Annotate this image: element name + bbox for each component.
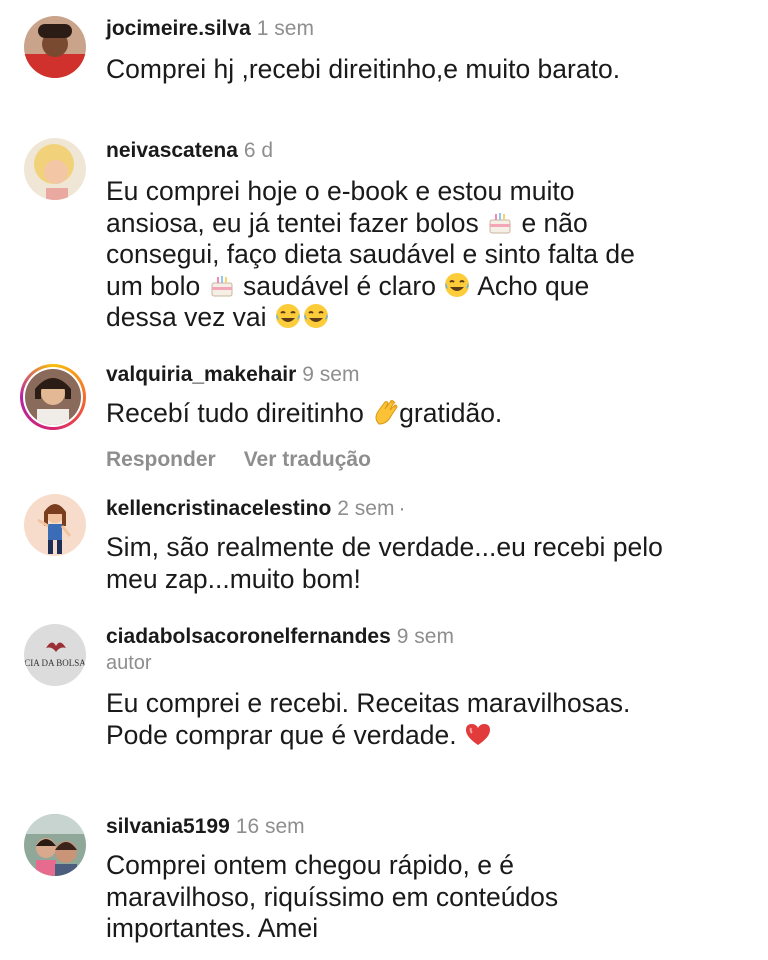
username[interactable]: ciadabolsacoronelfernandes bbox=[106, 625, 391, 648]
avatar-logo-text: CIA DA BOLSA bbox=[24, 658, 86, 668]
timestamp: 9 sem bbox=[396, 625, 454, 648]
cake-emoji bbox=[486, 208, 514, 236]
comment-text: Comprei ontem chegou rápido, e é maravil… bbox=[106, 850, 559, 943]
comment-meta: neivascatena 6 d bbox=[106, 138, 273, 164]
avatar[interactable] bbox=[24, 494, 86, 556]
avatar[interactable]: CIA DA BOLSA bbox=[24, 624, 86, 686]
timestamp: 1 sem bbox=[256, 17, 314, 40]
comment-meta: valquiria_makehair 9 sem bbox=[106, 362, 359, 388]
reply-button[interactable]: Responder bbox=[106, 448, 216, 471]
comment-actions: Responder Ver tradução bbox=[106, 448, 399, 472]
comment-meta: jocimeire.silva 1 sem bbox=[106, 16, 314, 42]
username[interactable]: neivascatena bbox=[106, 139, 238, 162]
timestamp: 6 d bbox=[243, 139, 274, 162]
cake-emoji bbox=[208, 271, 236, 299]
laughing-tears-emoji bbox=[443, 271, 471, 299]
timestamp: 9 sem bbox=[302, 363, 360, 386]
avatar[interactable] bbox=[24, 814, 86, 876]
laughing-tears-emoji bbox=[274, 302, 302, 330]
clapping-hands-emoji bbox=[371, 398, 399, 426]
username[interactable]: valquiria_makehair bbox=[106, 363, 296, 386]
separator-dot: · bbox=[398, 497, 406, 520]
comment-text: Recebí tudo direitinho gratidão. bbox=[106, 398, 503, 428]
red-heart-emoji bbox=[464, 720, 492, 748]
avatar[interactable] bbox=[24, 138, 86, 200]
comment-text: Eu comprei e recebi. Receitas maravilhos… bbox=[106, 688, 631, 750]
avatar bbox=[25, 369, 81, 425]
comment-meta: kellencristinacelestino 2 sem · bbox=[106, 496, 405, 522]
timestamp: 16 sem bbox=[235, 815, 305, 838]
timestamp: 2 sem bbox=[337, 497, 395, 520]
laughing-tears-emoji bbox=[302, 302, 330, 330]
comment-text: Comprei hj ,recebi direitinho,e muito ba… bbox=[106, 54, 621, 84]
comment-meta: ciadabolsacoronelfernandes 9 sem bbox=[106, 624, 454, 650]
username[interactable]: kellencristinacelestino bbox=[106, 497, 331, 520]
comment-text: Eu comprei hoje o e-book e estou muito a… bbox=[106, 176, 635, 332]
comment-text: Sim, são realmente de verdade...eu receb… bbox=[106, 532, 663, 594]
comment-meta: silvania5199 16 sem bbox=[106, 814, 305, 840]
username[interactable]: silvania5199 bbox=[106, 815, 230, 838]
username[interactable]: jocimeire.silva bbox=[106, 17, 251, 40]
avatar[interactable] bbox=[24, 16, 86, 78]
author-badge: autor bbox=[106, 652, 152, 674]
see-translation-button[interactable]: Ver tradução bbox=[244, 448, 371, 471]
avatar-story-ring[interactable] bbox=[20, 364, 86, 430]
